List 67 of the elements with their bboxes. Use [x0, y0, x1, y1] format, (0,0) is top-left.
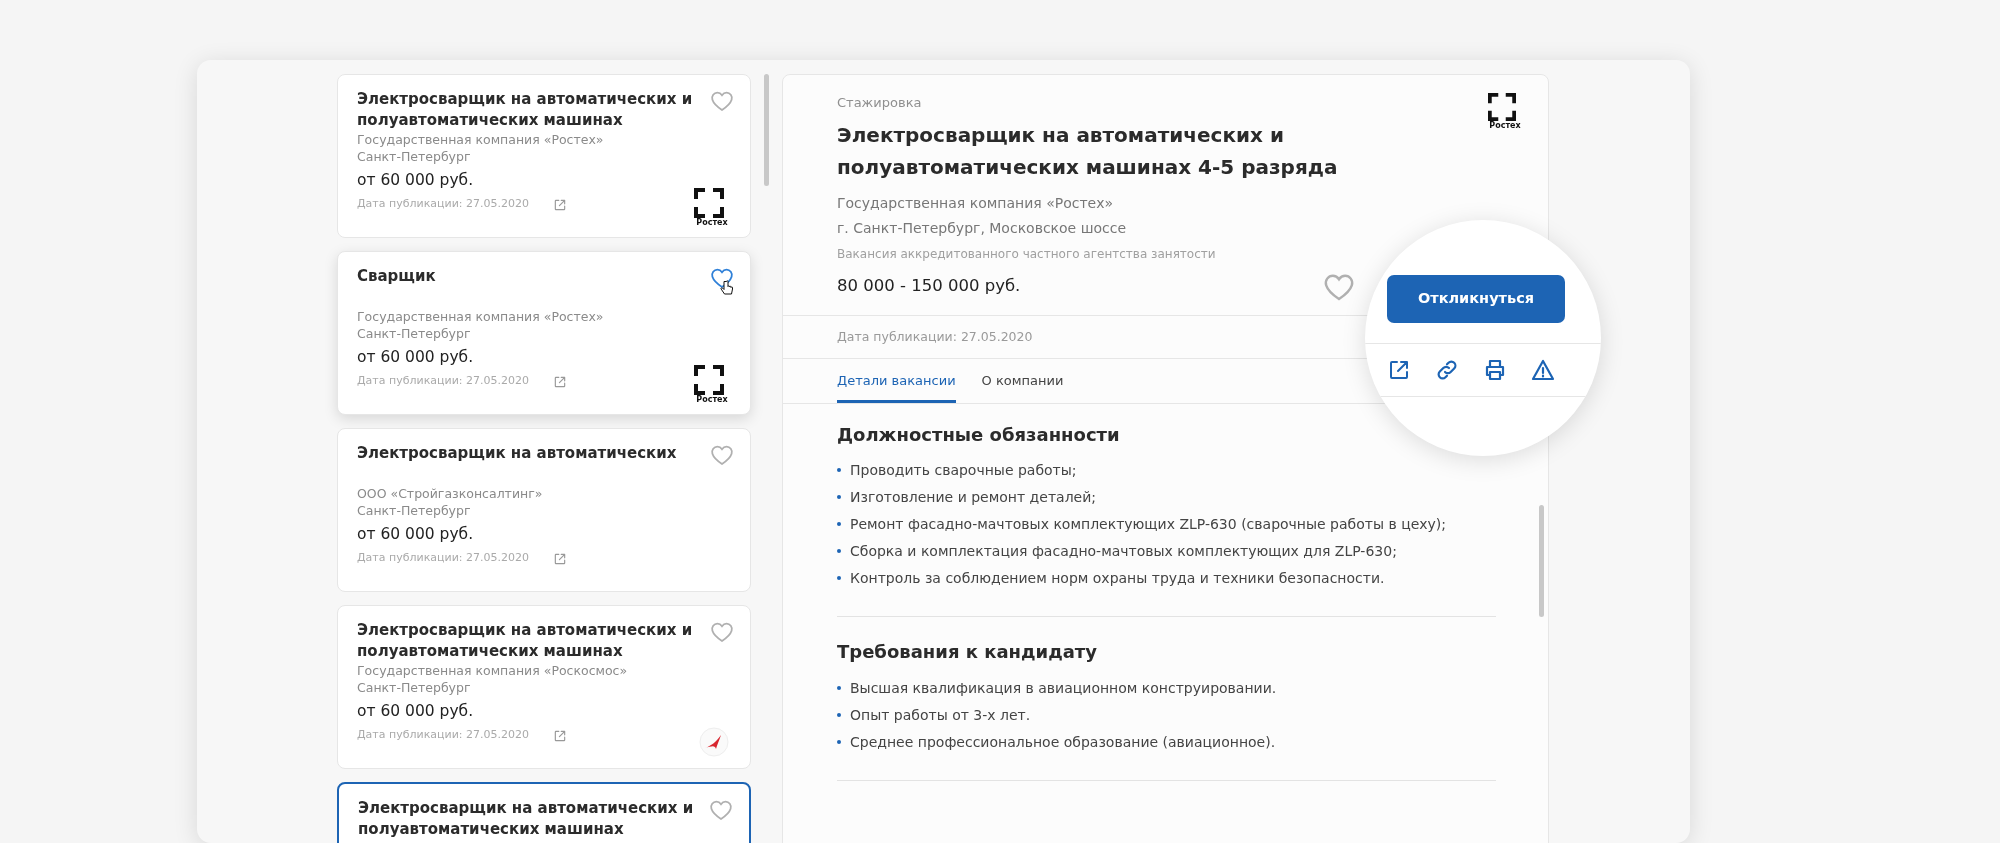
list-item-text: Опыт работы от 3-х лет. [850, 705, 1031, 725]
open-in-new-tab-button[interactable] [553, 374, 567, 389]
vacancy-title: Электросварщик на автоматических и полуавтоматических машинах 4-5 разряда [837, 121, 1339, 181]
open-in-new-tab-button[interactable] [553, 728, 567, 743]
salary-text: от 60 000 руб. [357, 701, 475, 722]
scrollbar-thumb[interactable] [764, 74, 769, 186]
company-name: ООО «Стройгазконсалтинг» [357, 485, 544, 502]
apply-button[interactable]: Откликнуться [1387, 275, 1565, 323]
company-logo [698, 726, 730, 758]
category-label: Стажировка [837, 94, 923, 112]
hand-cursor-icon [720, 280, 734, 296]
vacancy-card[interactable]: Электросварщик на автоматических и полуавтоматических машинах Государственная компания «Ростех» Санкт-Петербург от 60 000 руб. Дата публикации: 27.05.2020 Ростех [337, 74, 751, 238]
vacancy-card[interactable]: Сварщик Государственная компания «Ростех» Санкт-Петербург от 60 000 руб. Дата публикации: 27.05.2020 Ростех [337, 251, 751, 415]
list-item-text: Высшая квалификация в авиационном конструировании. [850, 678, 1277, 698]
company-name: Государственная компания «Ростех» [837, 193, 1115, 213]
bullet-icon [837, 468, 841, 473]
city-text: Санкт-Петербург [357, 679, 472, 696]
publication-date: Дата публикации: 27.05.2020 [357, 727, 529, 744]
company-name: Государственная компания «Роскосмос» [357, 662, 629, 679]
bullet-icon [837, 495, 841, 500]
salary-text: от 60 000 руб. [357, 170, 475, 191]
scrollbar-thumb[interactable] [1539, 505, 1544, 617]
address-text: г. Санкт-Петербург, Московское шоссе [837, 218, 1128, 238]
report-warning-button[interactable] [1531, 358, 1555, 382]
publication-date: Дата публикации: 27.05.2020 [357, 550, 529, 567]
vacancy-title: Электросварщик на автоматических и полуавтоматических машинах [358, 798, 695, 840]
list-item-text: Ремонт фасадно-мачтовых комплектующих ZLP-630 (сварочные работы в цеху); [850, 515, 1447, 535]
company-name: Государственная компания «Ростех» [357, 308, 605, 325]
salary-text: от 60 000 руб. [357, 347, 475, 368]
salary-text: 80 000 - 150 000 руб. [837, 275, 1021, 298]
section-heading: Требования к кандидату [837, 641, 1098, 663]
tab[interactable]: О компании [981, 359, 1064, 403]
salary-text: от 60 000 руб. [357, 524, 475, 545]
vacancy-card[interactable]: Электросварщик на автоматических и полуавтоматических машинах [337, 782, 751, 843]
list-item-text: Сборка и комплектация фасадно-мачтовых комплектующих для ZLP-630; [850, 542, 1397, 562]
copy-link-button[interactable] [1435, 358, 1459, 382]
list-item-text: Проводить сварочные работы; [850, 461, 1077, 481]
bullet-icon [837, 685, 841, 690]
bullet-icon [837, 549, 841, 554]
bullet-icon [837, 739, 841, 744]
tab[interactable]: Детали вакансии [837, 359, 956, 403]
vacancy-title: Электросварщик на автоматических и полуавтоматических машинах [357, 89, 694, 131]
city-text: Санкт-Петербург [357, 325, 472, 342]
list-item-text: Контроль за соблюдением норм охраны труда и техники безопасности. [850, 569, 1385, 589]
print-button[interactable] [1483, 358, 1507, 382]
vacancy-title: Электросварщик на автоматических и полуавтоматических машинах [357, 620, 694, 662]
publication-date: Дата публикации: 27.05.2020 [357, 373, 529, 390]
publication-date: Дата публикации: 27.05.2020 [357, 196, 529, 213]
vacancy-card[interactable]: Электросварщик на автоматических ООО «Стройгазконсалтинг» Санкт-Петербург от 60 000 руб. Дата публикации: 27.05.2020 [337, 428, 751, 592]
city-text: Санкт-Петербург [357, 148, 472, 165]
city-text: Санкт-Петербург [357, 502, 472, 519]
bullet-icon [837, 576, 841, 581]
bullet-icon [837, 712, 841, 717]
open-in-new-tab-button[interactable] [1387, 358, 1411, 382]
company-logo: Ростех [694, 188, 730, 227]
section-heading: Должностные обязанности [837, 423, 1121, 446]
open-in-new-tab-button[interactable] [553, 551, 567, 566]
company-name: Государственная компания «Ростех» [357, 131, 605, 148]
bullet-icon [837, 522, 841, 527]
vacancy-card[interactable]: Электросварщик на автоматических и полуавтоматических машинах Государственная компания «Роскосмос» Санкт-Петербург от 60 000 руб. Дата публикации: 27.05.2020 [337, 605, 751, 769]
vacancy-title: Электросварщик на автоматических [357, 443, 678, 464]
company-logo: Ростех [694, 365, 730, 404]
agency-note: Вакансия аккредитованного частного агентства занятости [837, 245, 1217, 263]
vacancy-title: Сварщик [357, 266, 437, 287]
open-in-new-tab-button[interactable] [553, 197, 567, 212]
list-item-text: Изготовление и ремонт деталей; [850, 488, 1097, 508]
list-item-text: Среднее профессиональное образование (авиационное). [850, 732, 1276, 752]
